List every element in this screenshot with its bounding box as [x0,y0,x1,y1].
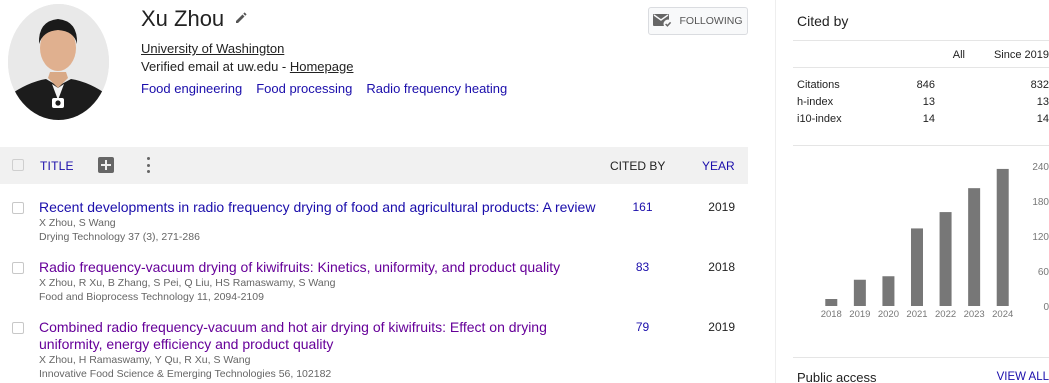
following-button[interactable]: FOLLOWING [648,7,748,35]
add-article-icon[interactable] [98,157,114,173]
chart-bar-2018[interactable] [825,299,838,306]
public-access-divider [793,357,1049,358]
citations-bar-chart: 2018 2019 2020 2021 2022 2023 2024 0 60 120 180 240 [821,162,1049,320]
metric-since: 14 [1036,113,1049,125]
col-all: All [952,49,965,61]
y-tick-label: 0 [1043,302,1049,313]
y-tick-label: 120 [1032,232,1049,243]
x-tick-label: 2018 [821,309,842,320]
chart-bar-2023[interactable] [968,188,981,306]
edit-pencil-icon[interactable] [234,11,248,25]
x-tick-label: 2024 [992,309,1013,320]
interest-link[interactable]: Food processing [256,81,352,96]
article-title-link[interactable]: Radio frequency-vacuum drying of kiwifru… [39,259,609,276]
profile-name: Xu Zhou [141,6,225,31]
metrics-header: All Since 2019 [793,40,1049,68]
metric-since: 832 [1030,79,1049,91]
metric-since: 13 [1036,96,1049,108]
sort-by-cited[interactable]: CITED BY [610,159,665,173]
metric-all: 13 [922,96,935,108]
chart-top-divider [793,145,1049,146]
verified-email-text: Verified email at uw.edu - [141,59,290,74]
metric-label: i10-index [797,113,842,125]
profile-photo[interactable] [8,4,109,120]
chart-bar-2022[interactable] [939,212,952,306]
x-tick-label: 2020 [878,309,899,320]
select-all-checkbox[interactable] [12,159,24,171]
chart-bar-2020[interactable] [882,276,895,306]
article-year: 2019 [708,200,735,214]
metric-all: 14 [922,113,935,125]
article-title-link[interactable]: Combined radio frequency-vacuum and hot … [39,319,569,353]
chart-bar-2019[interactable] [853,279,866,306]
article-venue: Drying Technology 37 (3), 271-286 [39,231,200,243]
metric-row: Citations 846 832 [793,79,1049,95]
metric-all: 846 [916,79,935,91]
article-authors: X Zhou, S Wang [39,217,116,229]
article-venue: Food and Bioprocess Technology 11, 2094-… [39,291,264,303]
chart-bar-2021[interactable] [911,228,923,306]
research-interests: Food engineering Food processing Radio f… [141,81,507,96]
more-options-icon[interactable] [146,157,150,173]
mail-check-icon [653,14,673,28]
x-tick-label: 2021 [906,309,927,320]
view-all-link[interactable]: VIEW ALL [997,371,1049,383]
cited-by-link[interactable]: 79 [620,320,665,334]
article-authors: X Zhou, R Xu, B Zhang, S Pei, Q Liu, HS … [39,277,336,289]
row-checkbox[interactable] [12,202,24,214]
cited-by-link[interactable]: 83 [620,260,665,274]
chart-bar-2024[interactable] [996,168,1009,306]
metric-row: h-index 13 13 [793,96,1049,112]
row-checkbox[interactable] [12,322,24,334]
metric-label: Citations [797,79,840,91]
following-label: FOLLOWING [679,15,743,27]
x-tick-label: 2023 [964,309,985,320]
interest-link[interactable]: Radio frequency heating [366,81,507,96]
y-tick-label: 60 [1038,267,1049,278]
article-title-link[interactable]: Recent developments in radio frequency d… [39,199,609,216]
y-tick-label: 240 [1032,162,1049,173]
col-since: Since 2019 [993,49,1049,61]
y-tick-label: 180 [1032,197,1049,208]
metric-label: h-index [797,96,834,108]
article-authors: X Zhou, H Ramaswamy, Y Qu, R Xu, S Wang [39,354,251,366]
sort-by-title[interactable]: TITLE [40,159,74,173]
article-year: 2018 [708,260,735,274]
articles-table-header: TITLE CITED BY YEAR [0,147,748,184]
x-tick-label: 2019 [849,309,870,320]
cited-by-link[interactable]: 161 [620,200,665,214]
sort-by-year[interactable]: YEAR [702,159,735,173]
interest-link[interactable]: Food engineering [141,81,242,96]
metric-row: i10-index 14 14 [793,113,1049,129]
public-access-title: Public access [797,370,877,383]
panel-divider [775,0,776,383]
affiliation-link[interactable]: University of Washington [141,41,284,56]
homepage-link[interactable]: Homepage [290,59,354,74]
article-year: 2019 [708,320,735,334]
cited-by-title: Cited by [797,13,849,29]
row-checkbox[interactable] [12,262,24,274]
article-venue: Innovative Food Science & Emerging Techn… [39,368,332,380]
x-tick-label: 2022 [935,309,956,320]
verified-email: Verified email at uw.edu - Homepage [141,59,353,74]
